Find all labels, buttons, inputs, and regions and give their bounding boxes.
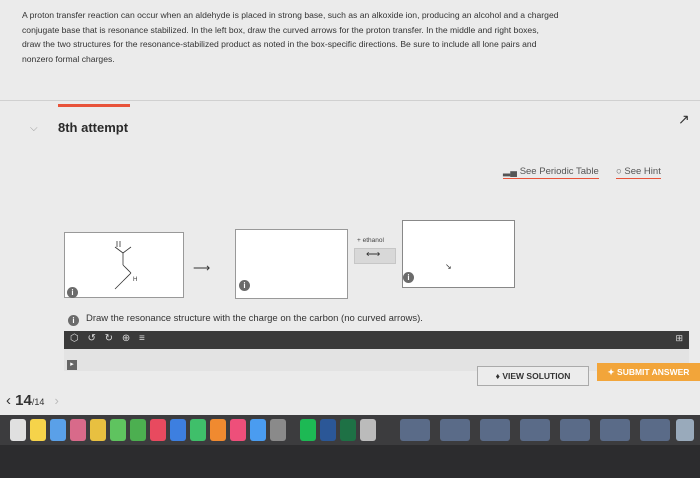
question-pager: ‹ 14/14 ›	[6, 392, 59, 409]
facetime-app-icon[interactable]	[130, 419, 146, 441]
word-app-icon[interactable]	[320, 419, 336, 441]
side-tool-icon[interactable]: ▸	[67, 360, 77, 370]
attempt-header[interactable]: ⌵ 8th attempt ↗	[0, 109, 700, 149]
current-question: 14	[15, 392, 32, 409]
calendar-app-icon[interactable]	[10, 419, 26, 441]
attempt-accent-bar	[58, 104, 130, 107]
finder-app-icon[interactable]	[50, 419, 66, 441]
toolbar-tools[interactable]: ⬡ ↺ ↻ ⊕ ≡	[70, 333, 148, 344]
submit-answer-button[interactable]: ✦ SUBMIT ANSWER	[597, 363, 700, 381]
window-thumb-7-icon[interactable]	[640, 419, 670, 441]
music-app-icon[interactable]	[150, 419, 166, 441]
info-badge-instruction[interactable]: i	[68, 315, 79, 326]
notes-app-icon[interactable]	[30, 419, 46, 441]
question-line-1: A proton transfer reaction can occur whe…	[22, 10, 559, 20]
photos-app-icon[interactable]	[70, 419, 86, 441]
question-line-2: conjugate base that is resonance stabili…	[22, 24, 539, 35]
reagent-label: + ethanol	[357, 237, 384, 244]
expand-icon[interactable]: ⊞	[675, 333, 683, 344]
window-thumb-2-icon[interactable]	[440, 419, 470, 441]
window-thumb-1-icon[interactable]	[400, 419, 430, 441]
svg-text:H: H	[133, 277, 137, 283]
aldehyde-structure: H	[114, 241, 137, 290]
periodic-table-icon: ▂▄	[503, 166, 520, 177]
divider	[0, 100, 700, 101]
drawing-box-product-2[interactable]	[402, 220, 515, 288]
drawing-toolbar: ⬡ ↺ ↻ ⊕ ≡ ⊞	[64, 331, 689, 349]
periodic-table-label: See Periodic Table	[519, 166, 599, 177]
spotify-app-icon[interactable]	[300, 419, 316, 441]
pages-app-icon[interactable]	[210, 419, 226, 441]
arrow-up-icon[interactable]: ↗	[678, 111, 690, 128]
prev-question-icon[interactable]: ‹	[6, 392, 11, 409]
excel-app-icon[interactable]	[340, 419, 356, 441]
os-dock	[0, 415, 700, 445]
drawing-box-product-1[interactable]	[235, 229, 348, 299]
view-solution-button[interactable]: ♦ VIEW SOLUTION	[477, 366, 589, 386]
question-line-3: draw the two structures for the resonanc…	[22, 39, 537, 49]
next-question-icon[interactable]: ›	[55, 393, 59, 408]
info-badge-box2[interactable]: i	[239, 280, 250, 291]
preview-app-icon[interactable]	[360, 419, 376, 441]
drawing-canvas[interactable]	[64, 349, 689, 371]
itunes-app-icon[interactable]	[230, 419, 246, 441]
periodic-table-link[interactable]: ▂▄ See Periodic Table	[503, 166, 599, 179]
total-questions: /14	[31, 397, 45, 407]
attempt-label: 8th attempt	[58, 120, 129, 135]
resonance-arrow: ⟷	[354, 248, 396, 264]
chrome-app-icon[interactable]	[90, 419, 106, 441]
info-badge-box3[interactable]: i	[403, 272, 414, 283]
question-line-4: nonzero formal charges.	[22, 53, 115, 64]
appstore-app-icon[interactable]	[250, 419, 266, 441]
keynote-app-icon[interactable]	[170, 419, 186, 441]
app-screen: A proton transfer reaction can occur whe…	[0, 0, 700, 415]
numbers-app-icon[interactable]	[190, 419, 206, 441]
reaction-arrow: ⟶	[193, 261, 211, 275]
window-thumb-5-icon[interactable]	[560, 419, 590, 441]
instruction-text: Draw the resonance structure with the ch…	[86, 313, 423, 324]
chevron-down-icon[interactable]: ⌵	[30, 123, 38, 134]
window-thumb-3-icon[interactable]	[480, 419, 510, 441]
hint-label: See Hint	[624, 166, 661, 177]
mouse-cursor-icon: ↘	[445, 262, 452, 271]
hint-link[interactable]: ○ See Hint	[616, 166, 661, 179]
window-thumb-4-icon[interactable]	[520, 419, 550, 441]
window-thumb-6-icon[interactable]	[600, 419, 630, 441]
messages-app-icon[interactable]	[110, 419, 126, 441]
trash-icon[interactable]	[676, 419, 694, 441]
settings-app-icon[interactable]	[270, 419, 286, 441]
question-text: A proton transfer reaction can occur whe…	[22, 8, 672, 66]
double-arrow-icon: ⟷	[366, 249, 381, 260]
info-badge-box1[interactable]: i	[67, 287, 78, 298]
drawing-box-reactant[interactable]: H	[64, 232, 184, 298]
